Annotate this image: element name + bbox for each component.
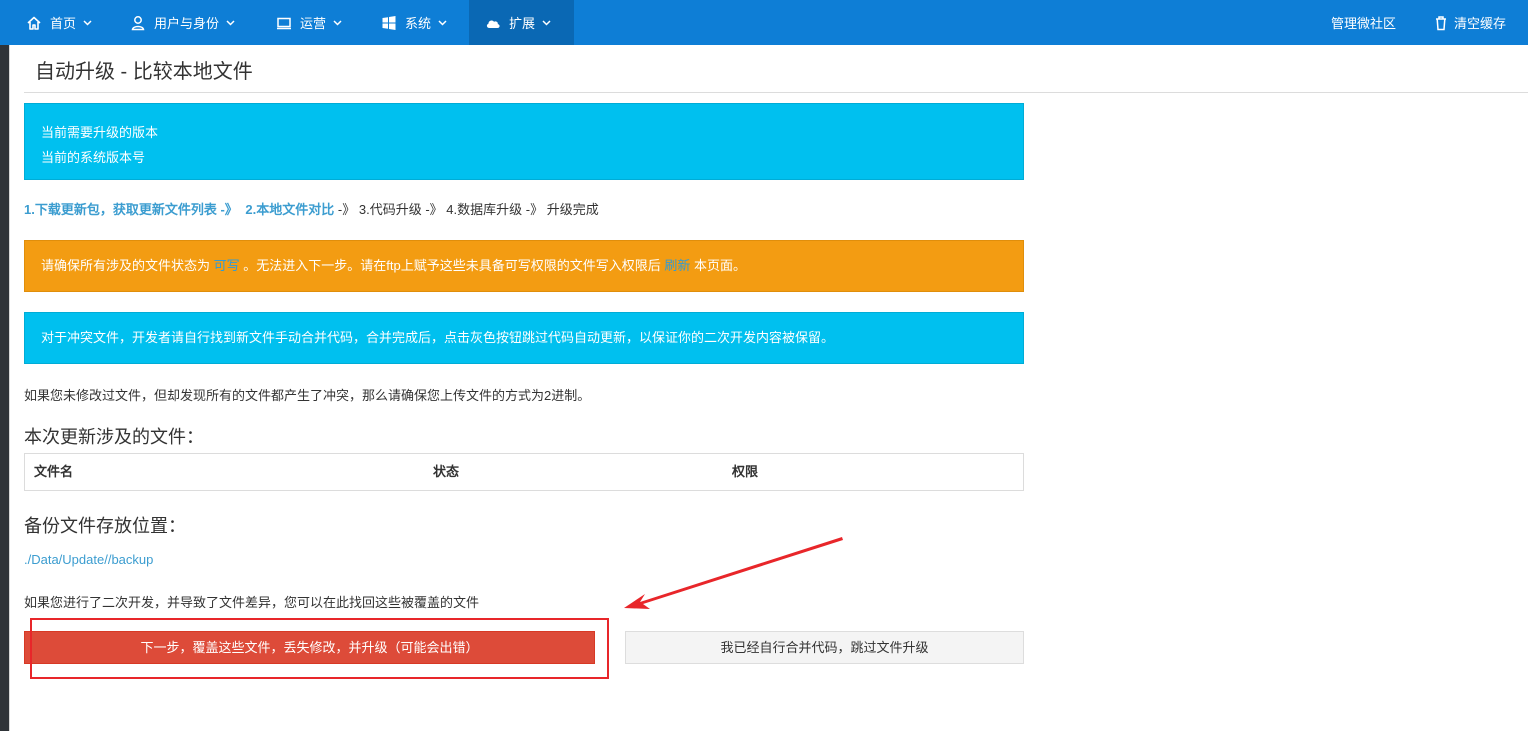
annotation-arrow (624, 537, 843, 609)
